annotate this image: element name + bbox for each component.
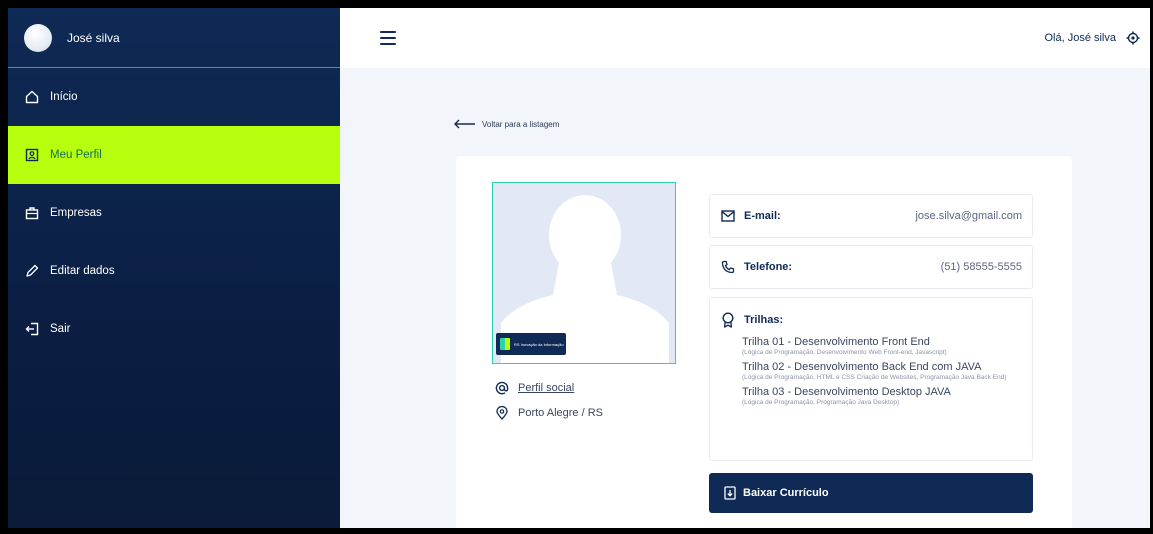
email-value: jose.silva@gmail.com [915,210,1022,222]
trilha-title: Trilha 03 - Desenvolvimento Desktop JAVA [742,386,951,398]
sidebar: José silva Início Meu Perfil Empresas Ed [8,8,340,528]
profile-photo: RS Inovação da Informação [492,182,676,364]
email-field: E-mail: jose.silva@gmail.com [709,194,1033,238]
home-icon [24,89,40,105]
trilha-title: Trilha 02 - Desenvolvimento Back End com… [742,361,982,373]
sidebar-item-label: Empresas [50,207,102,219]
phone-field: Telefone: (51) 58555-5555 [709,245,1033,289]
gear-icon[interactable] [1126,31,1140,45]
phone-label: Telefone: [744,261,793,273]
user-greeting: Olá, José silva [1044,31,1140,45]
phone-icon [720,259,736,275]
location-text: Porto Alegre / RS [518,407,603,419]
sidebar-item-inicio[interactable]: Início [8,68,340,126]
sidebar-item-label: Editar dados [50,265,115,277]
app-window: José silva Início Meu Perfil Empresas Ed [8,8,1150,528]
sidebar-item-label: Meu Perfil [50,149,102,161]
profile-icon [24,147,40,163]
location-line: Porto Alegre / RS [494,405,603,421]
trilhas-field: Trilhas: Trilha 01 - Desenvolvimento Fro… [709,297,1033,461]
phone-value: (51) 58555-5555 [940,261,1022,273]
sidebar-item-label: Sair [50,323,71,335]
sidebar-item-empresas[interactable]: Empresas [8,184,340,242]
sidebar-user: José silva [8,8,340,68]
greeting-text: Olá, José silva [1044,32,1116,44]
organization-logo: RS Inovação da Informação [496,333,566,355]
download-resume-label: Baixar Currículo [743,487,829,499]
download-file-icon [723,486,737,500]
social-profile-line: Perfil social [494,380,574,396]
sidebar-item-meu-perfil[interactable]: Meu Perfil [8,126,340,184]
location-pin-icon [494,405,510,421]
menu-icon[interactable] [380,31,396,45]
at-icon [494,380,510,396]
arrow-left-icon [454,119,475,129]
pencil-icon [24,263,40,279]
trilhas-label: Trilhas: [744,314,784,326]
sidebar-item-label: Início [50,91,78,103]
back-link-label: Voltar para a listagem [482,119,560,129]
profile-card: RS Inovação da Informação Perfil social … [456,156,1072,528]
back-link[interactable]: Voltar para a listagem [454,119,559,129]
avatar [24,23,52,52]
sidebar-item-sair[interactable]: Sair [8,300,340,358]
briefcase-icon [24,205,40,221]
email-label: E-mail: [744,210,781,222]
topbar: Olá, José silva [340,8,1150,68]
trilha-title: Trilha 01 - Desenvolvimento Front End [742,336,930,348]
main-content: Olá, José silva Voltar para a listagem R… [340,8,1150,528]
list-item: Trilha 02 - Desenvolvimento Back End com… [710,361,1032,386]
trilha-subtitle: (Lógica de Programação, Programação Java… [742,399,900,406]
list-item: Trilha 03 - Desenvolvimento Desktop JAVA… [710,386,1032,411]
sidebar-item-editar-dados[interactable]: Editar dados [8,242,340,300]
sidebar-user-name: José silva [67,30,120,45]
trilha-subtitle: (Lógica de Programação, Desenvolvimento … [742,349,947,356]
mail-icon [720,208,736,224]
logout-icon [24,321,40,337]
download-resume-button[interactable]: Baixar Currículo [709,473,1033,513]
trilha-subtitle: (Lógica de Programação, HTML e CSS Criaç… [742,374,1007,381]
social-profile-link[interactable]: Perfil social [518,382,574,394]
list-item: Trilha 01 - Desenvolvimento Front End (L… [710,336,1032,361]
award-icon [720,312,736,328]
